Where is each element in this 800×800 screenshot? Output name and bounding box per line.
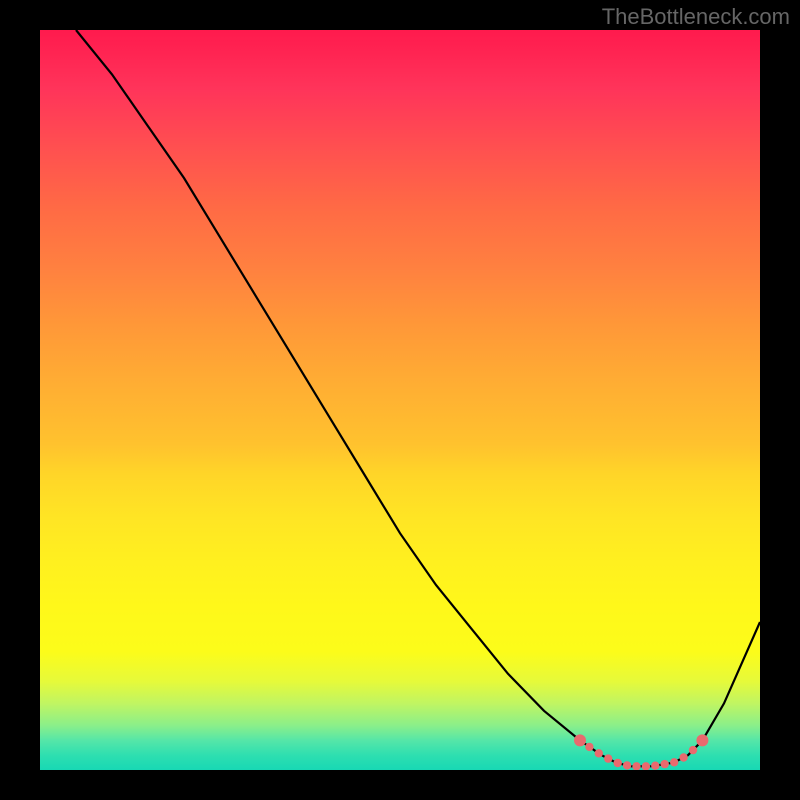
highlight-dot [632, 762, 640, 770]
sweet-spot-highlight [574, 734, 708, 770]
plot-area [40, 30, 760, 770]
bottleneck-curve [76, 30, 760, 766]
highlight-dot [679, 753, 687, 761]
highlight-dot [661, 760, 669, 768]
highlight-dot [623, 761, 631, 769]
chart-container: TheBottleneck.com [0, 0, 800, 800]
highlight-dot [696, 734, 708, 746]
highlight-dot [651, 762, 659, 770]
highlight-dot [670, 758, 678, 766]
highlight-dot [585, 743, 593, 751]
highlight-dot [604, 754, 612, 762]
highlight-dot [642, 762, 650, 770]
highlight-dot [614, 759, 622, 767]
highlight-dot [574, 734, 586, 746]
highlight-dot [689, 746, 697, 754]
highlight-dot [595, 749, 603, 757]
curve-layer [40, 30, 760, 770]
watermark-text: TheBottleneck.com [602, 4, 790, 30]
